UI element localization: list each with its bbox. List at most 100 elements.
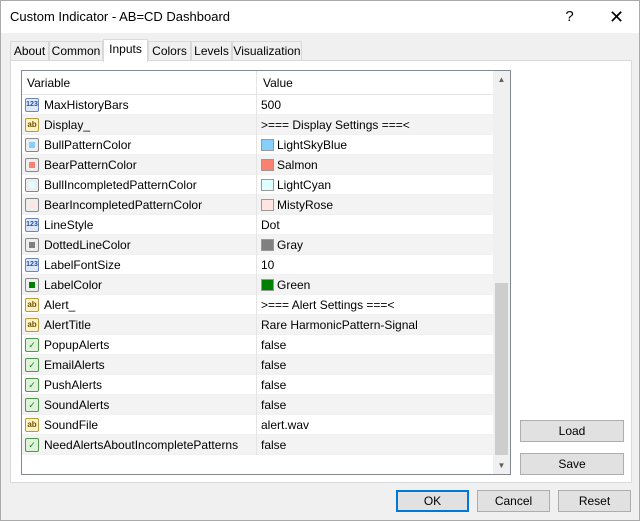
table-row[interactable]: DottedLineColor Gray — [22, 235, 493, 255]
column-header-variable[interactable]: Variable — [22, 71, 257, 95]
value-cell[interactable]: Salmon — [258, 155, 493, 175]
tab-about[interactable]: About — [10, 41, 49, 61]
value-text: 10 — [261, 258, 275, 272]
table-row[interactable]: BearIncompletedPatternColor MistyRose — [22, 195, 493, 215]
color-icon — [25, 158, 39, 172]
boolean-icon: ✓ — [25, 378, 39, 392]
variable-name: BullIncompletedPatternColor — [44, 178, 197, 192]
reset-button[interactable]: Reset — [558, 490, 631, 512]
table-row[interactable]: ✓ PopupAlerts false — [22, 335, 493, 355]
variable-name: PushAlerts — [44, 378, 103, 392]
value-cell[interactable]: 500 — [258, 95, 493, 115]
scroll-up-arrow-icon[interactable]: ▲ — [493, 71, 510, 88]
table-row[interactable]: 123 LabelFontSize 10 — [22, 255, 493, 275]
table-row[interactable]: BullIncompletedPatternColor LightCyan — [22, 175, 493, 195]
color-swatch — [261, 159, 274, 171]
vertical-scrollbar[interactable]: ▲ ▼ — [493, 71, 510, 474]
value-cell[interactable]: Rare HarmonicPattern-Signal — [258, 315, 493, 335]
value-text: Gray — [277, 238, 304, 252]
string-icon: ab — [25, 418, 39, 432]
variable-cell: ab SoundFile — [22, 415, 257, 435]
scroll-down-arrow-icon[interactable]: ▼ — [493, 457, 510, 474]
close-button[interactable]: ✕ — [594, 1, 639, 33]
value-text: >=== Display Settings ===< — [261, 118, 410, 132]
tab-colors[interactable]: Colors — [148, 41, 191, 61]
variable-name: AlertTitle — [44, 318, 91, 332]
value-cell[interactable]: false — [258, 395, 493, 415]
variable-cell: ab AlertTitle — [22, 315, 257, 335]
value-cell[interactable]: LightSkyBlue — [258, 135, 493, 155]
grid-rows: 123 MaxHistoryBars 500 ab Display_ >=== Displ… — [22, 95, 493, 455]
table-row[interactable]: ab SoundFile alert.wav — [22, 415, 493, 435]
color-icon — [25, 178, 39, 192]
variable-cell: ab Display_ — [22, 115, 257, 135]
value-cell[interactable]: Dot — [258, 215, 493, 235]
variable-name: SoundAlerts — [44, 398, 110, 412]
variable-cell: BullIncompletedPatternColor — [22, 175, 257, 195]
variable-name: BullPatternColor — [44, 138, 132, 152]
tab-inputs[interactable]: Inputs — [103, 39, 148, 62]
variable-name: NeedAlertsAboutIncompletePatterns — [44, 438, 239, 452]
ok-button[interactable]: OK — [396, 490, 469, 512]
value-text: Green — [277, 278, 311, 292]
tab-common[interactable]: Common — [49, 41, 103, 61]
variable-cell: 123 MaxHistoryBars — [22, 95, 257, 115]
value-text: Rare HarmonicPattern-Signal — [261, 318, 418, 332]
table-row[interactable]: 123 MaxHistoryBars 500 — [22, 95, 493, 115]
value-cell[interactable]: false — [258, 355, 493, 375]
load-button[interactable]: Load — [520, 420, 624, 442]
value-cell[interactable]: Green — [258, 275, 493, 295]
boolean-icon: ✓ — [25, 338, 39, 352]
variable-cell: 123 LabelFontSize — [22, 255, 257, 275]
tab-visualization[interactable]: Visualization — [232, 41, 302, 61]
table-row[interactable]: ✓ PushAlerts false — [22, 375, 493, 395]
value-text: LightSkyBlue — [277, 138, 348, 152]
color-swatch — [261, 239, 274, 251]
variable-name: PopupAlerts — [44, 338, 110, 352]
table-row[interactable]: ✓ NeedAlertsAboutIncompletePatterns false — [22, 435, 493, 455]
value-cell[interactable]: MistyRose — [258, 195, 493, 215]
table-row[interactable]: 123 LineStyle Dot — [22, 215, 493, 235]
variable-name: SoundFile — [44, 418, 99, 432]
table-row[interactable]: ab AlertTitle Rare HarmonicPattern-Signal — [22, 315, 493, 335]
variable-name: DottedLineColor — [44, 238, 131, 252]
variable-cell: ✓ PushAlerts — [22, 375, 257, 395]
color-icon — [25, 198, 39, 212]
table-row[interactable]: LabelColor Green — [22, 275, 493, 295]
value-cell[interactable]: false — [258, 335, 493, 355]
table-row[interactable]: BearPatternColor Salmon — [22, 155, 493, 175]
variable-name: EmailAlerts — [44, 358, 105, 372]
variable-cell: BearPatternColor — [22, 155, 257, 175]
value-text: Salmon — [277, 158, 318, 172]
value-cell[interactable]: false — [258, 375, 493, 395]
table-row[interactable]: ✓ SoundAlerts false — [22, 395, 493, 415]
value-cell[interactable]: >=== Alert Settings ===< — [258, 295, 493, 315]
color-swatch — [261, 279, 274, 291]
save-button[interactable]: Save — [520, 453, 624, 475]
help-button[interactable]: ? — [547, 1, 592, 33]
color-icon — [25, 238, 39, 252]
color-swatch — [261, 179, 274, 191]
integer-icon: 123 — [25, 258, 39, 272]
value-cell[interactable]: false — [258, 435, 493, 455]
value-cell[interactable]: 10 — [258, 255, 493, 275]
string-icon: ab — [25, 318, 39, 332]
table-row[interactable]: ✓ EmailAlerts false — [22, 355, 493, 375]
value-cell[interactable]: LightCyan — [258, 175, 493, 195]
tab-levels[interactable]: Levels — [191, 41, 232, 61]
scrollbar-thumb[interactable] — [495, 283, 508, 455]
cancel-button[interactable]: Cancel — [477, 490, 550, 512]
value-cell[interactable]: >=== Display Settings ===< — [258, 115, 493, 135]
variable-name: LineStyle — [44, 218, 94, 232]
table-row[interactable]: ab Alert_ >=== Alert Settings ===< — [22, 295, 493, 315]
table-row[interactable]: BullPatternColor LightSkyBlue — [22, 135, 493, 155]
grid-header: Variable Value — [22, 71, 493, 95]
table-row[interactable]: ab Display_ >=== Display Settings ===< — [22, 115, 493, 135]
boolean-icon: ✓ — [25, 358, 39, 372]
variable-cell: ✓ SoundAlerts — [22, 395, 257, 415]
value-cell[interactable]: Gray — [258, 235, 493, 255]
integer-icon: 123 — [25, 98, 39, 112]
boolean-icon: ✓ — [25, 438, 39, 452]
column-header-value[interactable]: Value — [258, 71, 493, 95]
value-cell[interactable]: alert.wav — [258, 415, 493, 435]
